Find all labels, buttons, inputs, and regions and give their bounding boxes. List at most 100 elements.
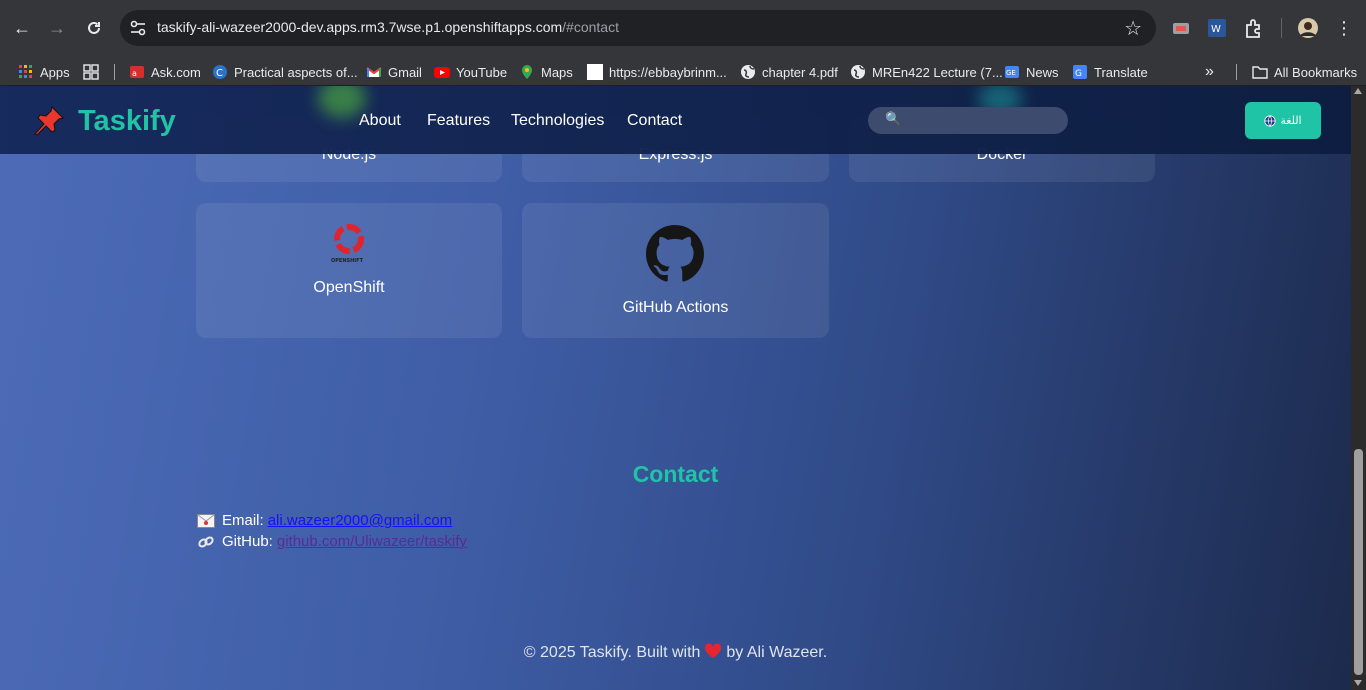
folder-icon bbox=[1252, 66, 1268, 79]
bookmark-maps[interactable]: Maps bbox=[519, 63, 573, 81]
nav-features[interactable]: Features bbox=[427, 112, 490, 130]
footer-suffix: by Ali Wazeer. bbox=[726, 644, 828, 661]
page-viewport: Node.js Express.js Docker OPENSHIFT Open… bbox=[0, 86, 1351, 690]
bookmark-ebbaybrinm[interactable]: https://ebbaybrinm... bbox=[587, 63, 727, 81]
magnifier-icon: 🔍 bbox=[885, 111, 902, 126]
word-extension-icon[interactable]: W bbox=[1206, 17, 1228, 39]
bookmark-youtube[interactable]: YouTube bbox=[434, 63, 507, 81]
svg-text:a: a bbox=[132, 69, 137, 78]
svg-text:G: G bbox=[1075, 69, 1082, 79]
url-text[interactable]: taskify-ali-wazeer2000-dev.apps.rm3.7wse… bbox=[157, 19, 619, 35]
profile-avatar[interactable] bbox=[1297, 17, 1319, 39]
scrollbar-thumb[interactable] bbox=[1354, 449, 1363, 675]
bookmark-label: Practical aspects of... bbox=[234, 64, 358, 80]
bookmark-grid[interactable] bbox=[83, 63, 105, 81]
email-link[interactable]: ali.wazeer2000@gmail.com bbox=[268, 512, 452, 529]
forward-icon[interactable]: → bbox=[43, 14, 71, 42]
apps-grid-icon bbox=[19, 65, 32, 78]
contact-title: Contact bbox=[632, 461, 719, 487]
bookmark-label: Gmail bbox=[388, 64, 422, 80]
footer-prefix: © 2025 Taskify. Built with bbox=[523, 644, 701, 661]
svg-text:C: C bbox=[216, 68, 223, 79]
youtube-icon bbox=[434, 67, 450, 78]
language-button[interactable]: اللغة bbox=[1245, 102, 1321, 139]
svg-text:W: W bbox=[1211, 24, 1221, 35]
all-bookmarks-label: All Bookmarks bbox=[1274, 64, 1358, 80]
github-label: GitHub: bbox=[222, 533, 273, 550]
bookmark-mren422[interactable]: MREn422 Lecture (7... bbox=[850, 63, 1003, 81]
globe-icon bbox=[741, 65, 755, 79]
address-bar[interactable]: taskify-ali-wazeer2000-dev.apps.rm3.7wse… bbox=[120, 10, 1156, 46]
ask-icon: a bbox=[130, 66, 144, 78]
pushpin-logo-icon bbox=[34, 106, 64, 136]
bookmark-label: chapter 4.pdf bbox=[762, 64, 838, 80]
bookmarks-bar: Apps a Ask.com C Practical aspects of... G… bbox=[0, 56, 1366, 86]
site-footer: © 2025 Taskify. Built with by Ali Wazeer. bbox=[0, 643, 1351, 662]
contact-github-row: GitHub: github.com/Uliwazeer/taskify bbox=[197, 533, 467, 550]
bookmark-star-icon[interactable]: ☆ bbox=[1124, 16, 1142, 41]
brand-logo[interactable]: Taskify bbox=[78, 105, 176, 138]
bookmark-label: https://ebbaybrinm... bbox=[609, 64, 727, 80]
maps-pin-icon bbox=[522, 65, 532, 79]
bookmark-label: Maps bbox=[541, 64, 573, 80]
page-icon bbox=[587, 64, 603, 80]
site-info-icon[interactable] bbox=[128, 18, 148, 38]
scroll-down-arrow-icon[interactable] bbox=[1354, 680, 1362, 686]
extensions-icon[interactable] bbox=[1243, 17, 1265, 39]
bookmark-translate[interactable]: G Translate bbox=[1072, 63, 1148, 81]
nav-about[interactable]: About bbox=[359, 112, 401, 130]
site-header: Taskify About Features Technologies Cont… bbox=[0, 86, 1351, 154]
tech-card-label: GitHub Actions bbox=[622, 299, 729, 316]
more-bookmarks-label: » bbox=[1205, 63, 1214, 80]
globe-icon bbox=[851, 65, 865, 79]
back-icon[interactable]: ← bbox=[8, 14, 36, 42]
nav-contact[interactable]: Contact bbox=[627, 112, 682, 130]
browser-toolbar: ← → taskify-ali-wazeer2000-dev.apps.rm3.… bbox=[0, 0, 1366, 56]
news-icon: GE bbox=[1005, 66, 1019, 78]
page-scrollbar[interactable] bbox=[1351, 86, 1366, 690]
bookmarks-divider bbox=[1236, 64, 1237, 80]
bookmark-label: News bbox=[1026, 64, 1059, 80]
translate-icon: G bbox=[1073, 65, 1087, 79]
cast-icon[interactable] bbox=[1170, 17, 1192, 39]
tech-card-label: OpenShift bbox=[313, 279, 385, 296]
svg-text:GE: GE bbox=[1006, 69, 1016, 77]
github-link[interactable]: github.com/Uliwazeer/taskify bbox=[277, 533, 467, 550]
bookmark-news[interactable]: GE News bbox=[1004, 63, 1059, 81]
bookmark-label: Translate bbox=[1094, 64, 1148, 80]
coursera-icon: C bbox=[213, 65, 227, 79]
envelope-icon bbox=[197, 513, 215, 528]
openshift-logo-icon: OPENSHIFT bbox=[331, 224, 364, 264]
heart-icon bbox=[705, 643, 722, 658]
nav-technologies[interactable]: Technologies bbox=[511, 112, 604, 130]
more-bookmarks-chevron-icon[interactable]: » bbox=[1205, 63, 1214, 81]
language-label: اللغة bbox=[1280, 115, 1302, 127]
reload-icon[interactable] bbox=[80, 14, 108, 42]
bookmark-label: Apps bbox=[40, 64, 70, 80]
gmail-icon bbox=[366, 67, 382, 77]
bookmark-practical-aspects[interactable]: C Practical aspects of... bbox=[212, 63, 358, 81]
openshift-logo-text: OPENSHIFT bbox=[331, 258, 364, 264]
url-path: /#contact bbox=[562, 19, 619, 35]
globe-icon bbox=[1264, 114, 1276, 127]
bookmark-label: MREn422 Lecture (7... bbox=[872, 64, 1003, 80]
bookmark-gmail[interactable]: Gmail bbox=[366, 63, 422, 81]
all-bookmarks[interactable]: All Bookmarks bbox=[1252, 63, 1357, 81]
bookmark-apps[interactable]: Apps bbox=[18, 63, 70, 81]
bookmark-label: YouTube bbox=[456, 64, 508, 80]
email-label: Email: bbox=[222, 512, 264, 529]
link-icon bbox=[198, 536, 214, 547]
contact-email-row: Email: ali.wazeer2000@gmail.com bbox=[197, 512, 452, 529]
bookmark-chapter4[interactable]: chapter 4.pdf bbox=[740, 63, 838, 81]
bookmark-ask[interactable]: a Ask.com bbox=[129, 63, 201, 81]
bookmark-label: Ask.com bbox=[151, 64, 201, 80]
scroll-up-arrow-icon[interactable] bbox=[1354, 88, 1362, 94]
bookmarks-divider bbox=[114, 64, 115, 80]
github-logo-icon bbox=[646, 225, 704, 282]
menu-kebab-icon[interactable]: ⋮ bbox=[1330, 14, 1358, 42]
tech-card-github-actions: GitHub Actions bbox=[522, 203, 829, 338]
tech-card-openshift: OPENSHIFT OpenShift bbox=[196, 203, 502, 338]
url-host: taskify-ali-wazeer2000-dev.apps.rm3.7wse… bbox=[157, 19, 563, 35]
grid-icon bbox=[83, 64, 99, 80]
toolbar-divider bbox=[1281, 18, 1282, 38]
